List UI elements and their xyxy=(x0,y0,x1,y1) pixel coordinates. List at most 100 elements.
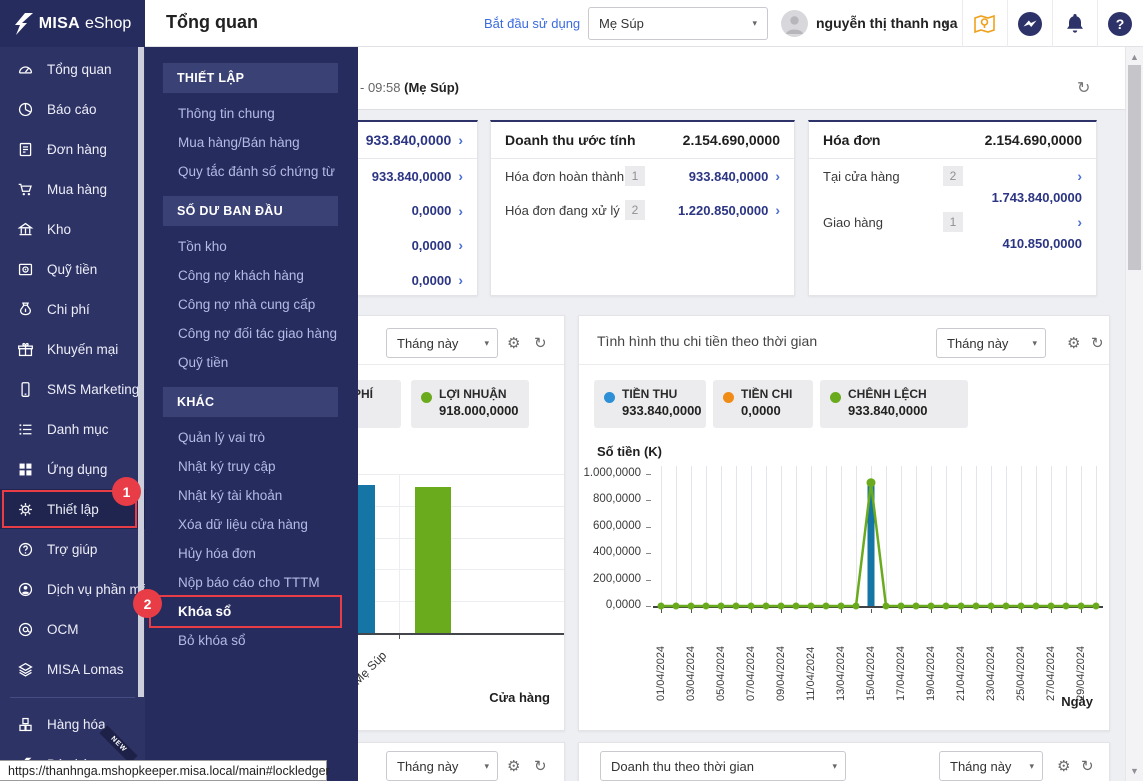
scroll-down-icon[interactable]: ▼ xyxy=(1126,766,1143,776)
y-tick-label: 800,0000 xyxy=(593,493,641,506)
report-type-select[interactable]: Doanh thu theo thời gian ▾ xyxy=(600,751,846,781)
sidebar-item-dich-vu-phan-mem[interactable]: Dịch vụ phần mềm xyxy=(0,569,160,609)
sidebar-item-don-hang[interactable]: Đơn hàng xyxy=(0,129,145,169)
period-select[interactable]: Tháng này ▾ xyxy=(386,328,498,358)
sidebar-item-chi-phi[interactable]: Chi phí xyxy=(0,289,145,329)
flyout-item-ton-kho[interactable]: Tồn kho xyxy=(145,232,358,261)
vertical-scrollbar[interactable]: ▲ ▼ xyxy=(1125,47,1143,781)
sidebar-item-misa-lomas[interactable]: MISA Lomas xyxy=(0,649,145,689)
sidebar-item-sms-marketing[interactable]: SMS Marketing xyxy=(0,369,145,409)
sidebar-item-kho[interactable]: Kho xyxy=(0,209,145,249)
orders-icon xyxy=(19,142,32,156)
start-using-link[interactable]: Bắt đầu sử dụng xyxy=(484,16,580,31)
gridline xyxy=(841,466,842,606)
chevron-right-icon: › xyxy=(1077,214,1082,230)
flyout-item-khoa-so[interactable]: Khóa sổ xyxy=(145,595,358,628)
user-name[interactable]: nguyễn thị thanh nga xyxy=(816,15,958,31)
x-tick-label: 11/04/2024 xyxy=(805,646,817,701)
bar-profit[interactable] xyxy=(415,487,451,633)
x-tick-label: 19/04/2024 xyxy=(925,645,937,701)
card-row[interactable]: Hóa đơn đang xử lý 2 1.220.850,0000 › xyxy=(491,193,794,227)
gridline xyxy=(961,466,962,606)
x-tick-label: 05/04/2024 xyxy=(715,645,727,701)
line-plot: 1.000,0000 800,0000 600,0000 400,0000 200,00… xyxy=(579,316,1109,730)
flyout-item-nhat-ky-tai-khoan[interactable]: Nhật ký tài khoản xyxy=(145,481,358,510)
bell-icon[interactable] xyxy=(1061,10,1088,37)
x-tick xyxy=(751,609,752,613)
period-select[interactable]: Tháng này ▾ xyxy=(386,751,498,781)
card-row[interactable]: Hóa đơn hoàn thành 1 933.840,0000 › xyxy=(491,159,794,193)
x-tick-label: 15/04/2024 xyxy=(865,645,877,701)
count-badge: 1 xyxy=(943,212,963,232)
x-tick xyxy=(991,609,992,613)
flyout-item-bo-khoa-so[interactable]: Bỏ khóa sổ xyxy=(145,626,358,655)
x-tick-label: 17/04/2024 xyxy=(895,645,907,701)
cash-safe-icon xyxy=(18,263,33,275)
step-badge-2: 2 xyxy=(133,589,162,618)
gridline xyxy=(736,466,737,606)
flyout-item-cong-no-khach-hang[interactable]: Công nợ khách hàng xyxy=(145,261,358,290)
gear-icon[interactable]: ⚙ xyxy=(507,334,520,352)
purchase-cart-icon xyxy=(18,183,32,195)
gear-icon[interactable]: ⚙ xyxy=(1057,757,1070,775)
flyout-item-mua-ban-hang[interactable]: Mua hàng/Bán hàng xyxy=(145,128,358,157)
flyout-section-so-du-ban-dau: SỐ DƯ BAN ĐẦU xyxy=(163,196,338,226)
sidebar-item-tro-giup[interactable]: Trợ giúp xyxy=(0,529,145,569)
flyout-item-thong-tin-chung[interactable]: Thông tin chung xyxy=(145,99,358,128)
settings-flyout-menu: THIẾT LẬP Thông tin chung Mua hàng/Bán h… xyxy=(145,47,358,781)
refresh-icon[interactable]: ↻ xyxy=(1077,78,1090,98)
refresh-icon[interactable]: ↻ xyxy=(534,334,547,352)
gridline xyxy=(901,466,902,606)
bottom-right-chart-card: Doanh thu theo thời gian ▾ Tháng này ▾ ⚙… xyxy=(578,742,1110,781)
card-row[interactable]: Tại cửa hàng 2 › 1.743.840,0000 xyxy=(809,159,1096,205)
flyout-item-quy-tac-danh-so[interactable]: Quy tắc đánh số chứng từ xyxy=(145,157,358,186)
feature-discovery-icon[interactable] xyxy=(971,10,998,37)
flyout-item-cong-no-nha-cung-cap[interactable]: Công nợ nhà cung cấp xyxy=(145,290,358,319)
legend-chip-loi-nhuan[interactable]: LỢI NHUẬN 918.000,0000 xyxy=(411,380,529,428)
x-tick xyxy=(871,609,872,613)
sidebar-item-quy-tien[interactable]: Quỹ tiền xyxy=(0,249,145,289)
sidebar-item-bao-cao[interactable]: Báo cáo xyxy=(0,89,145,129)
sidebar-item-mua-hang[interactable]: Mua hàng xyxy=(0,169,145,209)
store-selector[interactable]: Mẹ Súp ▾ xyxy=(588,7,768,40)
flyout-item-nop-bao-cao-tttm[interactable]: Nộp báo cáo cho TTTM xyxy=(145,568,358,597)
messenger-icon[interactable] xyxy=(1016,10,1043,37)
scrollbar-thumb[interactable] xyxy=(1128,65,1141,270)
y-tick xyxy=(646,526,651,528)
scroll-up-icon[interactable]: ▲ xyxy=(1126,52,1143,62)
refresh-icon[interactable]: ↻ xyxy=(534,757,547,775)
refresh-icon[interactable]: ↻ xyxy=(1081,757,1094,775)
help-icon[interactable]: ? xyxy=(1106,10,1133,37)
gridline xyxy=(751,466,752,606)
x-tick xyxy=(1021,609,1022,613)
chevron-down-icon: ▾ xyxy=(484,760,489,771)
person-icon xyxy=(786,16,803,34)
period-select[interactable]: Tháng này ▾ xyxy=(939,751,1043,781)
sidebar-item-ocm[interactable]: OCM xyxy=(0,609,145,649)
chevron-right-icon: › xyxy=(458,132,463,148)
gridline xyxy=(706,466,707,606)
brand-logo[interactable]: MISA eShop xyxy=(0,0,145,47)
sidebar-item-danh-muc[interactable]: Danh mục xyxy=(0,409,145,449)
flyout-item-quan-ly-vai-tro[interactable]: Quản lý vai trò xyxy=(145,423,358,452)
gridline xyxy=(991,466,992,606)
flyout-item-cong-no-doi-tac[interactable]: Công nợ đối tác giao hàng xyxy=(145,319,358,348)
sidebar-item-khuyen-mai[interactable]: Khuyến mại xyxy=(0,329,145,369)
flyout-item-xoa-du-lieu[interactable]: Xóa dữ liệu cửa hàng xyxy=(145,510,358,539)
gridline xyxy=(399,474,400,633)
flyout-item-nhat-ky-truy-cap[interactable]: Nhật ký truy cập xyxy=(145,452,358,481)
y-tick xyxy=(646,579,651,581)
avatar[interactable] xyxy=(781,10,808,37)
legend-dot-green xyxy=(421,392,432,403)
x-tick xyxy=(931,609,932,613)
gear-icon[interactable]: ⚙ xyxy=(507,757,520,775)
card-row[interactable]: Giao hàng 1 › 410.850,0000 xyxy=(809,205,1096,251)
promotion-gift-icon xyxy=(18,342,33,356)
flyout-item-quy-tien[interactable]: Quỹ tiền xyxy=(145,348,358,377)
count-badge: 2 xyxy=(943,166,963,186)
sidebar-item-tong-quan[interactable]: Tổng quan xyxy=(0,49,145,89)
y-tick-label: 200,0000 xyxy=(593,572,641,585)
x-axis xyxy=(653,606,1103,608)
sidebar-item-hang-hoa[interactable]: Hàng hóa xyxy=(0,704,145,744)
flyout-item-huy-hoa-don[interactable]: Hủy hóa đơn xyxy=(145,539,358,568)
